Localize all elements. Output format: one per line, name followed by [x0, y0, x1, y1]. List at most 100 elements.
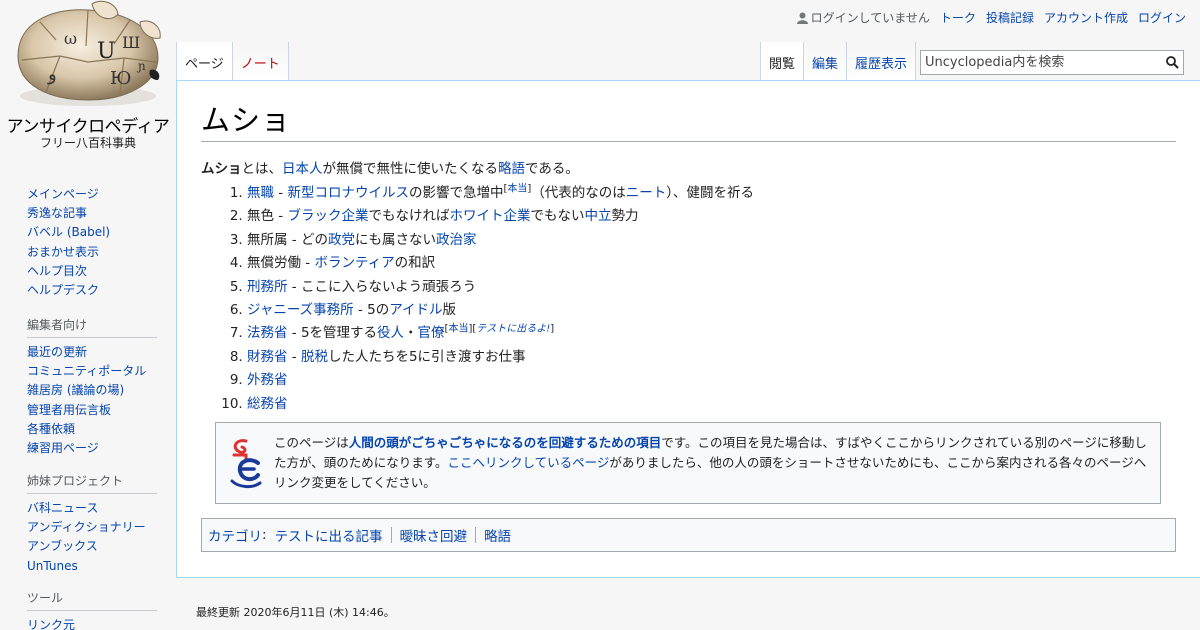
link-idol[interactable]: アイドル	[389, 302, 442, 318]
link-bureaucrat[interactable]: 官僚	[418, 325, 445, 341]
link-ministry-internal[interactable]: 総務省	[247, 396, 288, 412]
sidebar-editors-heading: 編集者向け	[27, 316, 157, 338]
list-item-text: にも属さない	[354, 231, 436, 248]
list-item: 外務省	[247, 369, 1182, 392]
site-logo[interactable]: U ω Ш Ю و ɲ アンサイクロペディア フリー八百科事典	[0, 0, 176, 160]
list-item-text: ）、健闘を祈る	[666, 185, 755, 201]
sidebar-editors: 編集者向け 最近の更新 コミュニティポータル 雑居房 (議論の場) 管理者用伝言…	[27, 316, 157, 458]
sidebar-sister-projects: 姉妹プロジェクト バ科ニュース アンディクショナリー アンブックス UnTune…	[27, 472, 157, 576]
tab-edit-label: 編集	[812, 57, 839, 72]
meaning-list: 無職 - 新型コロナウイルスの影響で急増中[本当]（代表的なのはニート）、健闘を…	[247, 182, 1182, 416]
sidebar-item-admin-noticeboard[interactable]: 管理者用伝言板	[27, 403, 111, 417]
svg-text:U: U	[97, 39, 116, 64]
not-logged-in-label: ログインしていません	[810, 11, 930, 25]
sidebar-item-what-links-here[interactable]: リンク元	[27, 618, 75, 630]
sidebar-item-sandbox[interactable]: 練習用ページ	[27, 441, 99, 455]
talk-link[interactable]: トーク	[940, 9, 976, 26]
not-logged-in-status: ログインしていません	[796, 9, 930, 26]
sidebar-item-main-page[interactable]: メインページ	[27, 187, 99, 201]
link-official[interactable]: 役人	[377, 325, 404, 341]
create-account-link[interactable]: アカウント作成	[1044, 9, 1128, 26]
tab-read-label: 閲覧	[769, 57, 796, 72]
sidebar-item-undictionary[interactable]: アンディクショナリー	[27, 520, 146, 534]
tab-history-label: 履歴表示	[855, 57, 908, 72]
sidebar-tools-heading: ツール	[27, 589, 157, 611]
contributions-link[interactable]: 投稿記録	[986, 9, 1034, 26]
svg-text:ɲ: ɲ	[136, 59, 146, 73]
link-ministry-foreign[interactable]: 外務省	[247, 372, 288, 388]
personal-tools: ログインしていません トーク 投稿記録 アカウント作成 ログイン	[796, 9, 1186, 26]
list-item: 総務省	[247, 393, 1182, 416]
list-item-text: 無所属 - どの	[247, 231, 328, 248]
tab-page-label: ページ	[185, 57, 224, 72]
sidebar-item-community-portal[interactable]: コミュニティポータル	[27, 364, 146, 378]
link-black-company[interactable]: ブラック企業	[287, 208, 368, 224]
sidebar-item-bakanews[interactable]: バ科ニュース	[27, 501, 98, 515]
list-item-text: 無償労働 -	[247, 255, 315, 272]
citation-link-really[interactable]: 本当	[448, 324, 468, 335]
link-disambiguation-item[interactable]: 人間の頭がごちゃごちゃになるのを回避するための項目	[349, 435, 662, 450]
link-abbreviation[interactable]: 略語	[498, 161, 525, 177]
tab-edit[interactable]: 編集	[804, 42, 848, 80]
list-item: 財務省 - 脱税した人たちを5に引き渡すお仕事	[247, 346, 1182, 369]
svg-text:Ю: Ю	[110, 68, 131, 89]
list-item-text: 勢力	[611, 208, 639, 225]
sidebar-item-random[interactable]: おまかせ表示	[27, 245, 99, 259]
tab-read[interactable]: 閲覧	[760, 42, 805, 80]
link-unemployed[interactable]: 無職	[247, 185, 274, 201]
notice-link-bold: 人間の頭がごちゃごちゃになるのを回避するための項目	[348, 435, 662, 451]
tab-page[interactable]: ページ	[176, 42, 233, 80]
categories-label-link[interactable]: カテゴリ	[208, 525, 262, 545]
sidebar-item-unbooks[interactable]: アンブックス	[27, 539, 98, 553]
link-johnnys[interactable]: ジャニーズ事務所	[247, 302, 354, 318]
citation-link-really[interactable]: 本当	[507, 184, 527, 195]
category-abbreviation[interactable]: 略語	[484, 525, 511, 545]
lead-term: ムショ	[201, 161, 242, 177]
notice-text-part: このページは	[274, 435, 349, 451]
category-disambiguation[interactable]: 曖昧さ回避	[400, 525, 468, 545]
view-tabs: 閲覧 編集 履歴表示	[760, 42, 917, 80]
list-item-text: 無色 -	[247, 208, 288, 225]
sidebar-item-featured[interactable]: 秀逸な記事	[27, 206, 87, 220]
sidebar-item-untunes[interactable]: UnTunes	[27, 559, 78, 573]
svg-text:Ш: Ш	[122, 33, 140, 52]
sidebar-item-village-pump[interactable]: 雑居房 (議論の場)	[27, 383, 124, 397]
disambiguation-notice: このページは人間の頭がごちゃごちゃになるのを回避するための項目です。この項目を見…	[215, 422, 1161, 505]
sidebar-item-recent-changes[interactable]: 最近の更新	[27, 345, 87, 359]
link-politician[interactable]: 政治家	[436, 232, 477, 248]
list-item-text: した人たちを5に引き渡すお仕事	[327, 348, 526, 365]
sidebar-item-requests[interactable]: 各種依頼	[27, 422, 75, 436]
search-button[interactable]	[1161, 51, 1183, 74]
tab-note-label: ノート	[240, 57, 280, 72]
search-input[interactable]	[921, 51, 1161, 74]
search-box	[920, 50, 1184, 75]
footer-last-modified: 最終更新 2020年6月11日 (木) 14:46。	[196, 606, 395, 619]
link-neutral[interactable]: 中立	[584, 208, 611, 224]
link-japanese-people[interactable]: 日本人	[282, 161, 323, 177]
link-covid[interactable]: 新型コロナウイルス	[287, 185, 409, 201]
link-neet[interactable]: ニート	[626, 185, 667, 201]
link-tax-evasion[interactable]: 脱税	[301, 349, 328, 365]
link-white-company[interactable]: ホワイト企業	[449, 208, 530, 224]
citation: [本当][テストに出るよ!]	[444, 323, 555, 335]
tab-history[interactable]: 履歴表示	[847, 42, 917, 80]
link-volunteer[interactable]: ボランティア	[314, 255, 394, 271]
list-item: 無所属 - どの政党にも属さない政治家	[247, 229, 1182, 252]
link-ministry-justice[interactable]: 法務省	[247, 325, 288, 341]
citation-link-test[interactable]: テストに出るよ!	[476, 324, 550, 335]
sidebar-item-babel[interactable]: バベル (Babel)	[27, 225, 110, 239]
link-ministry-finance[interactable]: 財務省	[247, 349, 288, 365]
site-subtitle: フリー八百科事典	[39, 136, 136, 150]
category-test-article[interactable]: テストに出る記事	[275, 525, 383, 545]
tab-note[interactable]: ノート	[232, 42, 289, 80]
link-prison[interactable]: 刑務所	[247, 279, 288, 295]
login-link[interactable]: ログイン	[1138, 9, 1186, 26]
link-what-links-here[interactable]: ここへリンクしているページ	[448, 455, 610, 470]
article-content: ムショ ムショとは、日本人が無償で無性に使いたくなる略語である。 無職 - 新型…	[176, 80, 1200, 578]
link-political-party[interactable]: 政党	[328, 232, 355, 248]
sidebar-item-help-desk[interactable]: ヘルプデスク	[27, 283, 99, 297]
lead-text: とは、	[241, 161, 283, 177]
list-item-text: -	[274, 185, 288, 201]
lead-text: である。	[525, 161, 579, 177]
sidebar-item-help-contents[interactable]: ヘルプ目次	[27, 264, 87, 278]
